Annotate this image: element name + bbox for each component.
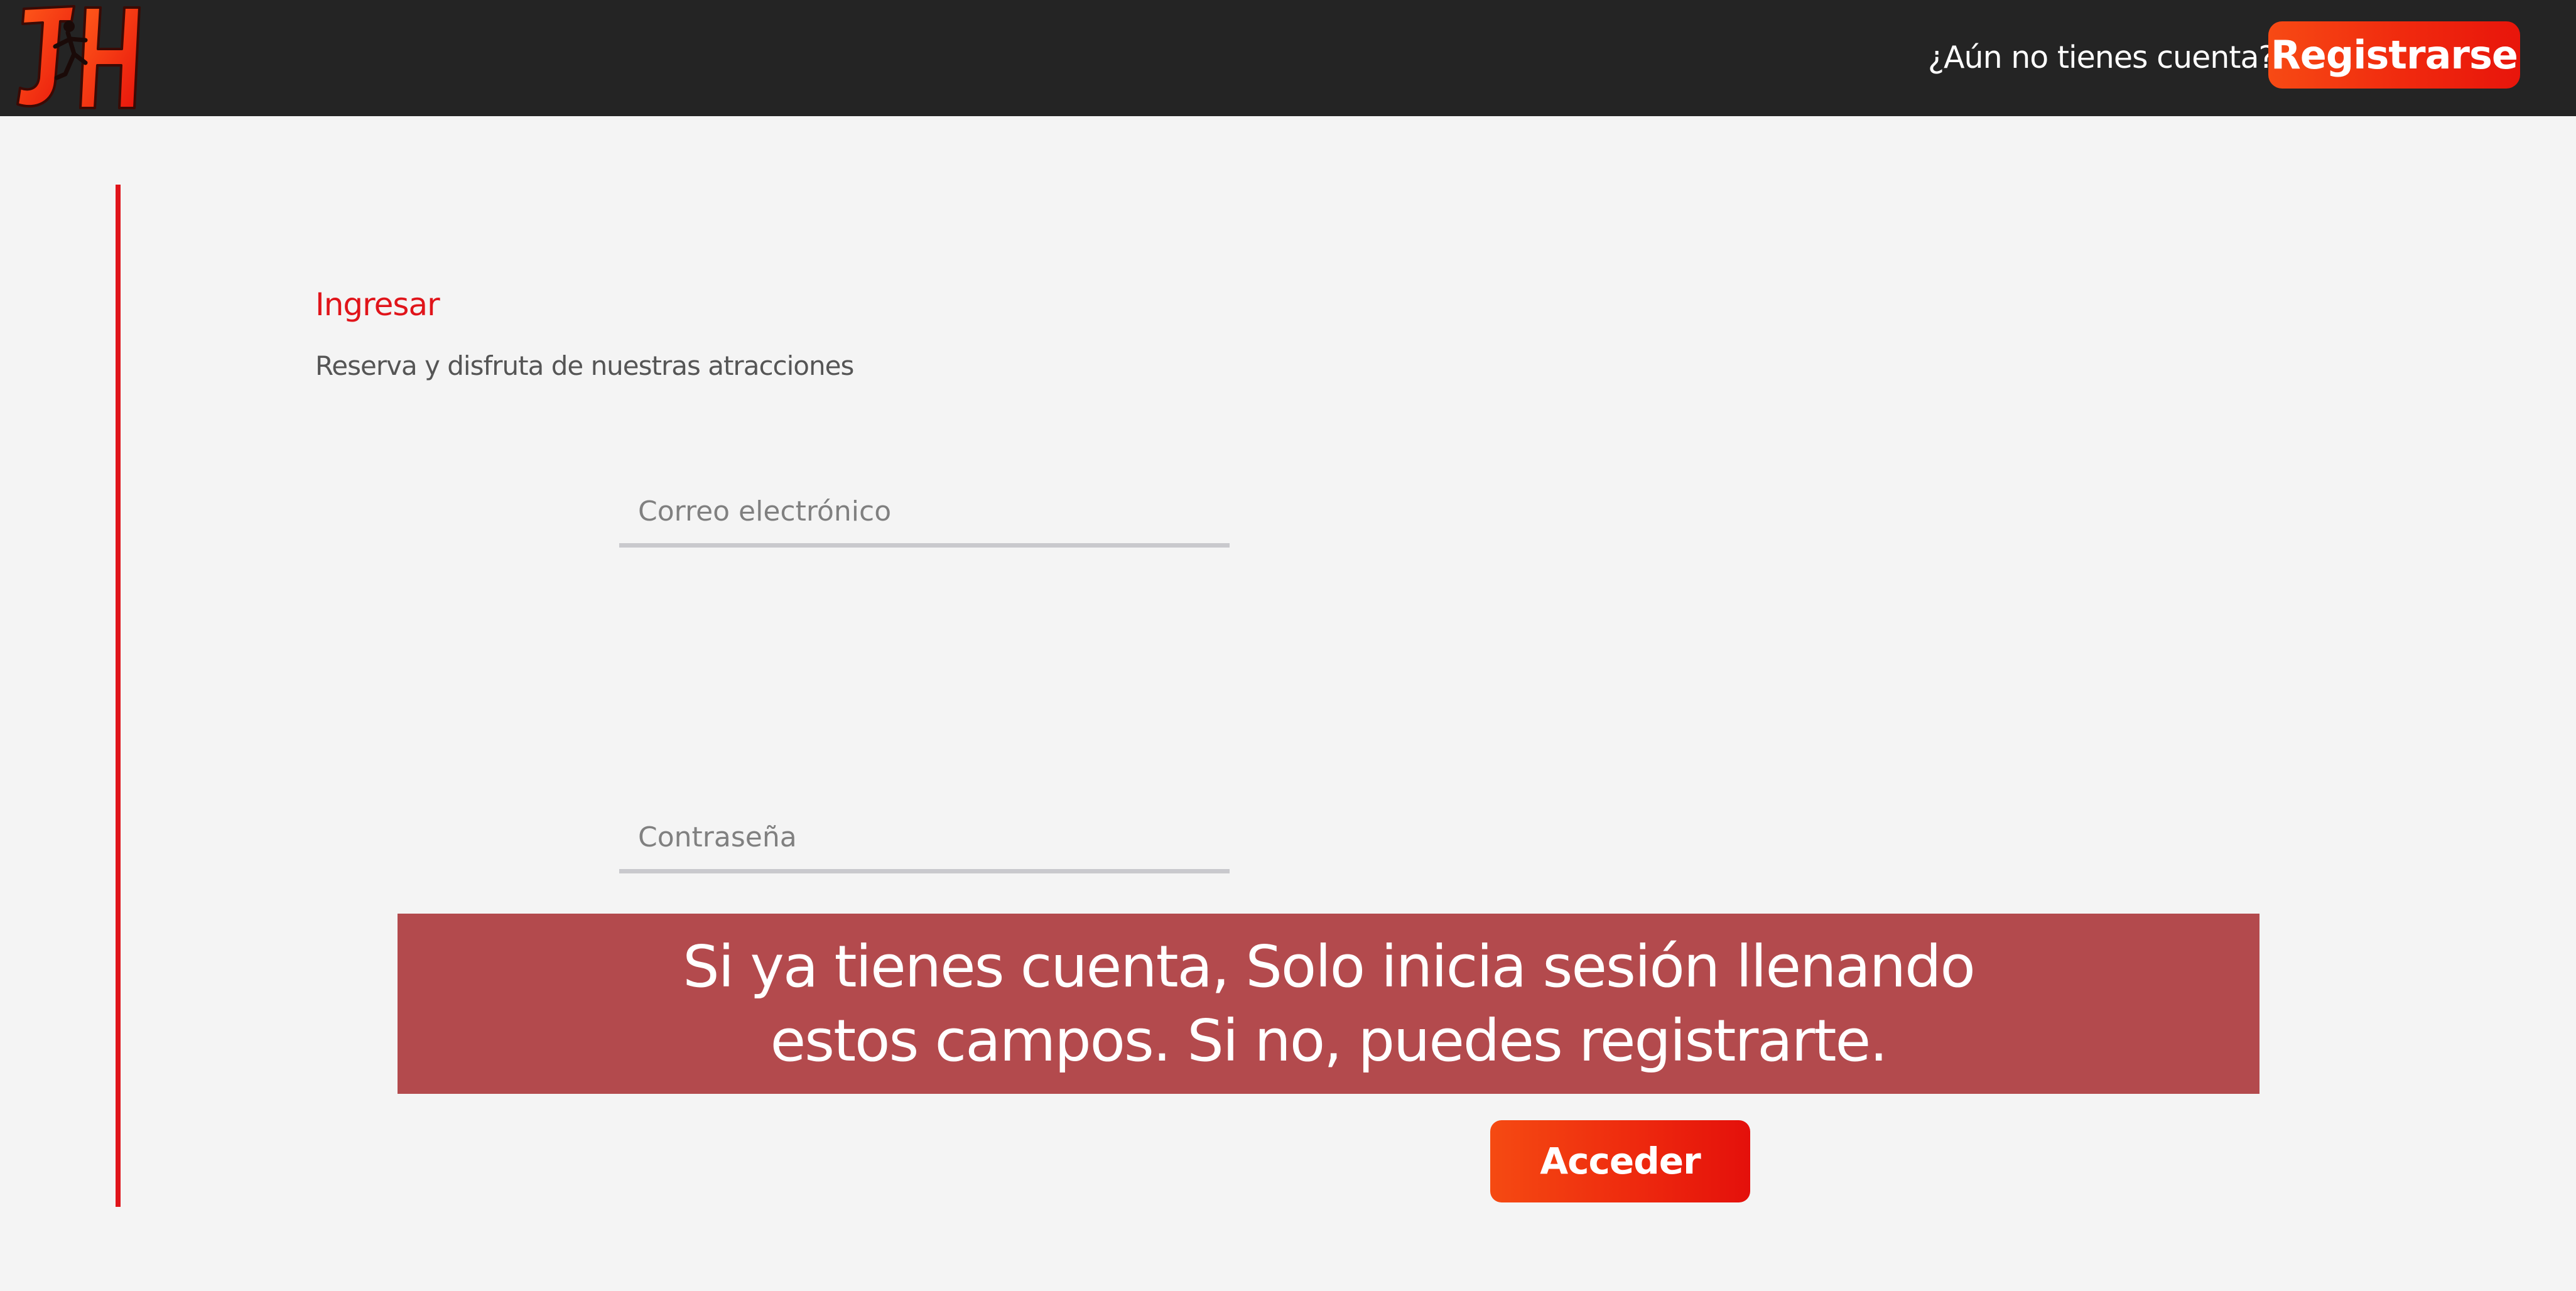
no-account-prompt: ¿Aún no tienes cuenta? [1928, 40, 2275, 75]
help-tooltip-text: Si ya tienes cuenta, Solo inicia sesión … [683, 932, 1976, 1074]
form-subtitle: Reserva y disfruta de nuestras atraccion… [315, 350, 854, 381]
register-button[interactable]: Registrarse [2268, 21, 2520, 89]
login-button[interactable]: Acceder [1490, 1120, 1750, 1202]
top-navigation-bar: ¿Aún no tienes cuenta? Registrarse [0, 0, 2576, 116]
email-field[interactable] [619, 480, 1230, 548]
jh-logo-icon [16, 5, 141, 109]
form-title: Ingresar [315, 286, 440, 323]
brand-logo[interactable] [11, 0, 146, 114]
form-accent-line [116, 185, 121, 1207]
password-field[interactable] [619, 806, 1230, 873]
help-tooltip-banner: Si ya tienes cuenta, Solo inicia sesión … [398, 914, 2259, 1094]
